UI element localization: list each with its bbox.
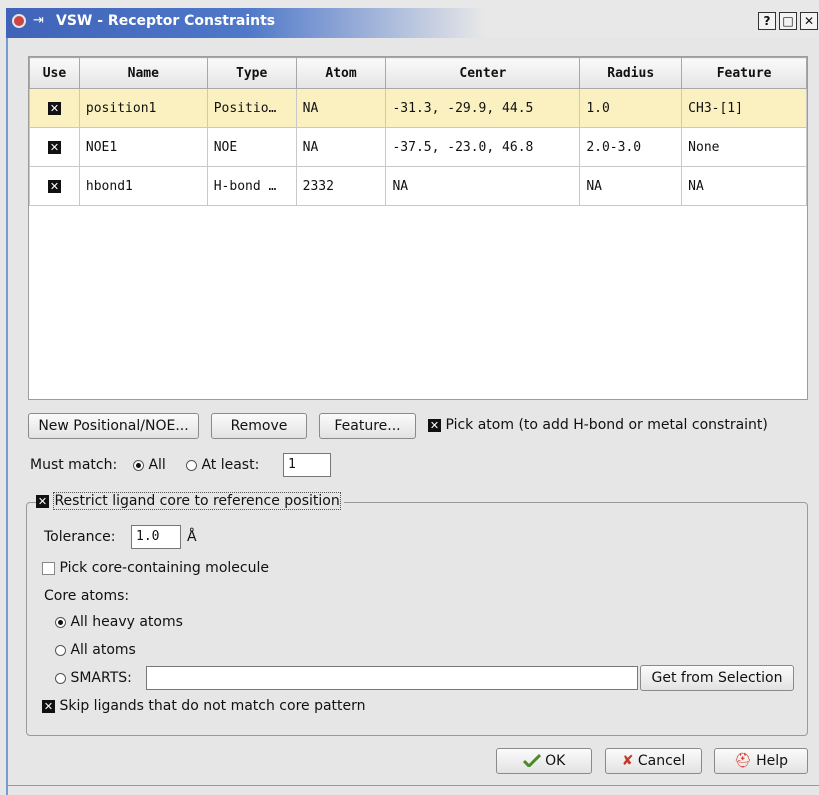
column-header-radius[interactable]: Radius bbox=[579, 57, 683, 89]
radius-cell[interactable]: 1.0 bbox=[579, 88, 683, 128]
checked-checkbox-icon[interactable]: ✕ bbox=[47, 140, 61, 154]
smarts-input[interactable] bbox=[146, 666, 638, 690]
pin-icon[interactable]: ⇥ bbox=[33, 13, 44, 28]
radio-unselected-icon[interactable] bbox=[55, 672, 66, 684]
table-row[interactable]: ✕ NOE1 NOE NA -37.5, -23.0, 46.8 2.0-3.0… bbox=[29, 127, 807, 167]
atom-cell[interactable]: NA bbox=[295, 127, 387, 167]
tolerance-input[interactable]: 1.0 bbox=[131, 525, 181, 549]
ok-button[interactable]: OK bbox=[496, 748, 592, 774]
pick-atom-label: Pick atom (to add H-bond or metal constr… bbox=[445, 417, 768, 433]
name-cell[interactable]: hbond1 bbox=[78, 166, 208, 206]
tolerance-label: Tolerance: bbox=[44, 529, 116, 545]
pick-atom-checkbox[interactable]: ✕ Pick atom (to add H-bond or metal cons… bbox=[428, 417, 768, 433]
radius-cell[interactable]: NA bbox=[579, 166, 683, 206]
skip-ligands-checkbox[interactable]: ✕ Skip ligands that do not match core pa… bbox=[42, 698, 366, 714]
column-header-name[interactable]: Name bbox=[78, 57, 208, 89]
checked-checkbox-icon[interactable]: ✕ bbox=[428, 418, 441, 432]
feature-cell[interactable]: None bbox=[681, 127, 807, 167]
table-row[interactable]: ✕ hbond1 H-bond … 2332 NA NA NA bbox=[29, 166, 807, 206]
use-checkbox-cell[interactable]: ✕ bbox=[29, 88, 80, 128]
type-cell[interactable]: Positio… bbox=[206, 88, 297, 128]
ok-label: OK bbox=[545, 753, 566, 769]
table-row[interactable]: ✕ position1 Positio… NA -31.3, -29.9, 44… bbox=[29, 88, 807, 128]
at-least-radio-label: At least: bbox=[201, 457, 260, 473]
get-from-selection-button[interactable]: Get from Selection bbox=[640, 665, 794, 691]
must-match-all-radio[interactable]: All bbox=[133, 457, 166, 473]
center-cell[interactable]: -37.5, -23.0, 46.8 bbox=[385, 127, 581, 167]
name-cell[interactable]: NOE1 bbox=[78, 127, 208, 167]
table-header: Use Name Type Atom Center Radius Feature bbox=[29, 57, 807, 89]
use-checkbox-cell[interactable]: ✕ bbox=[29, 166, 80, 206]
atom-cell[interactable]: 2332 bbox=[295, 166, 387, 206]
smarts-radio[interactable]: SMARTS: bbox=[55, 670, 132, 686]
column-header-type[interactable]: Type bbox=[206, 57, 297, 89]
pick-core-molecule-checkbox[interactable]: Pick core-containing molecule bbox=[42, 560, 269, 576]
restrict-core-label: Restrict ligand core to reference positi… bbox=[53, 492, 341, 510]
use-checkbox-cell[interactable]: ✕ bbox=[29, 127, 80, 167]
at-least-input[interactable]: 1 bbox=[283, 453, 331, 477]
column-header-feature[interactable]: Feature bbox=[681, 57, 807, 89]
help-window-button[interactable]: ? bbox=[758, 12, 776, 30]
all-heavy-atoms-label: All heavy atoms bbox=[70, 614, 183, 630]
radio-selected-icon[interactable] bbox=[133, 459, 144, 471]
restrict-core-checkbox[interactable]: ✕ Restrict ligand core to reference posi… bbox=[36, 492, 344, 510]
title-bar: ⇥ VSW - Receptor Constraints ? □ ✕ bbox=[0, 0, 819, 38]
type-cell[interactable]: H-bond … bbox=[206, 166, 297, 206]
unchecked-checkbox-icon[interactable] bbox=[42, 561, 55, 575]
checkmark-icon bbox=[522, 753, 541, 769]
name-cell[interactable]: position1 bbox=[78, 88, 208, 128]
all-atoms-label: All atoms bbox=[70, 642, 136, 658]
constraints-table[interactable]: Use Name Type Atom Center Radius Feature… bbox=[28, 56, 808, 400]
column-header-use[interactable]: Use bbox=[29, 57, 80, 89]
column-header-center[interactable]: Center bbox=[385, 57, 581, 89]
skip-ligands-label: Skip ligands that do not match core patt… bbox=[59, 698, 366, 714]
app-icon[interactable] bbox=[12, 14, 26, 28]
feature-cell[interactable]: CH3-[1] bbox=[681, 88, 807, 128]
must-match-at-least-radio[interactable]: At least: bbox=[186, 457, 259, 473]
radio-selected-icon[interactable] bbox=[55, 616, 66, 628]
core-atoms-label: Core atoms: bbox=[44, 588, 130, 604]
atom-cell[interactable]: NA bbox=[295, 88, 387, 128]
checked-checkbox-icon[interactable]: ✕ bbox=[47, 101, 61, 115]
window-title: VSW - Receptor Constraints bbox=[56, 13, 276, 29]
checked-checkbox-icon[interactable]: ✕ bbox=[36, 494, 49, 508]
cancel-x-icon: ✘ bbox=[621, 753, 634, 769]
radio-unselected-icon[interactable] bbox=[186, 459, 197, 471]
cancel-button[interactable]: ✘ Cancel bbox=[605, 748, 702, 774]
all-atoms-radio[interactable]: All atoms bbox=[55, 642, 136, 658]
center-cell[interactable]: NA bbox=[385, 166, 581, 206]
smarts-label: SMARTS: bbox=[70, 670, 132, 686]
pick-core-molecule-label: Pick core-containing molecule bbox=[59, 560, 269, 576]
checked-checkbox-icon[interactable]: ✕ bbox=[47, 179, 61, 193]
all-radio-label: All bbox=[148, 457, 166, 473]
help-label: Help bbox=[756, 753, 789, 769]
maximize-window-button[interactable]: □ bbox=[779, 12, 797, 30]
new-positional-noe-button[interactable]: New Positional/NOE... bbox=[28, 413, 199, 439]
radio-unselected-icon[interactable] bbox=[55, 644, 66, 656]
checked-checkbox-icon[interactable]: ✕ bbox=[42, 699, 55, 713]
radius-cell[interactable]: 2.0-3.0 bbox=[579, 127, 683, 167]
type-cell[interactable]: NOE bbox=[206, 127, 297, 167]
tolerance-unit: Å bbox=[187, 529, 197, 545]
window-bottom-border bbox=[8, 785, 819, 786]
feature-button[interactable]: Feature... bbox=[319, 413, 416, 439]
remove-button[interactable]: Remove bbox=[211, 413, 307, 439]
must-match-label: Must match: bbox=[30, 457, 118, 473]
cancel-label: Cancel bbox=[637, 753, 686, 769]
center-cell[interactable]: -31.3, -29.9, 44.5 bbox=[385, 88, 581, 128]
close-window-button[interactable]: ✕ bbox=[800, 12, 818, 30]
all-heavy-atoms-radio[interactable]: All heavy atoms bbox=[55, 614, 183, 630]
column-header-atom[interactable]: Atom bbox=[295, 57, 387, 89]
lifebuoy-icon: ⛑ bbox=[733, 753, 752, 769]
help-button[interactable]: ⛑ Help bbox=[714, 748, 808, 774]
feature-cell[interactable]: NA bbox=[681, 166, 807, 206]
